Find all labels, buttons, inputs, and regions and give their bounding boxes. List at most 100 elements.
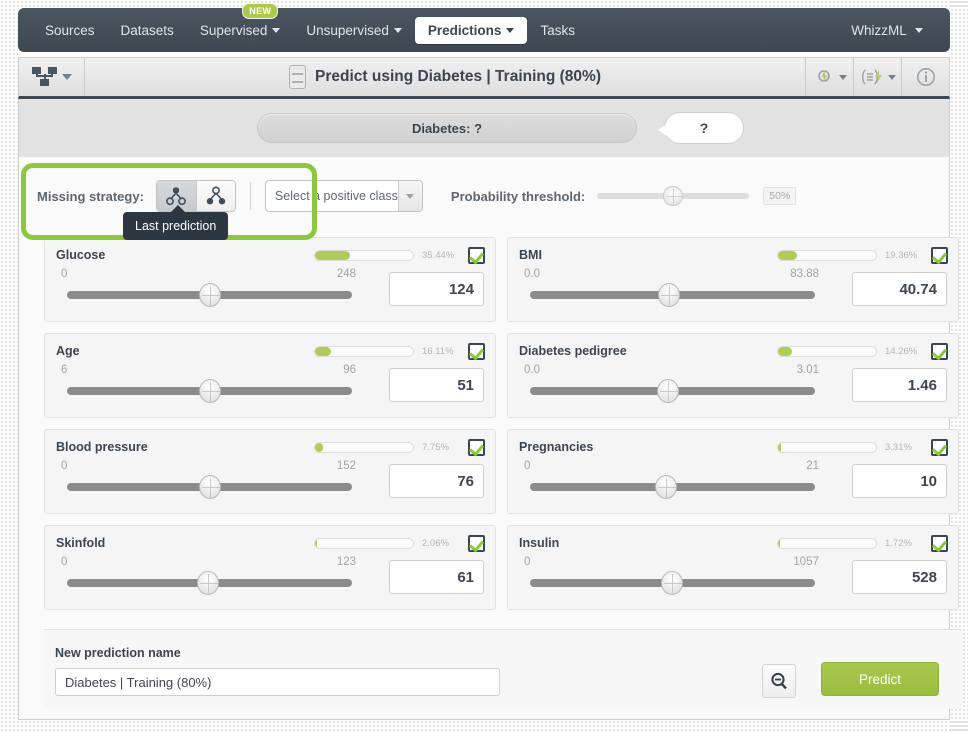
importance-value: 2.06% xyxy=(422,537,449,549)
field-min-label: 0 xyxy=(61,268,68,280)
nav-item-sources[interactable]: Sources xyxy=(32,17,108,44)
field-header: Skinfold 2.06% xyxy=(56,533,485,553)
model-tree-icon xyxy=(31,67,58,87)
input-field-card: Diabetes pedigree 14.26% 0.0 3.01 1.46 xyxy=(507,333,959,418)
field-value-input[interactable]: 10 xyxy=(852,464,947,498)
field-max-label: 152 xyxy=(336,460,356,472)
field-slider[interactable] xyxy=(530,283,815,307)
field-slider[interactable] xyxy=(530,475,815,499)
probability-threshold-knob[interactable] xyxy=(663,186,684,206)
positive-class-select[interactable]: Select a positive class xyxy=(264,180,423,212)
predict-button[interactable]: Predict xyxy=(821,662,939,696)
options-divider xyxy=(249,182,251,210)
probability-threshold-slider[interactable] xyxy=(597,186,750,206)
field-enabled-checkbox[interactable] xyxy=(931,246,948,264)
importance-bar xyxy=(777,249,877,261)
field-min-label: 0 xyxy=(524,556,531,568)
model-selector[interactable] xyxy=(19,58,85,96)
nav-item-whizzml[interactable]: WhizzML xyxy=(838,17,936,44)
input-field-card: BMI 19.36% 0.0 83.88 40.74 xyxy=(507,237,959,322)
field-enabled-checkbox[interactable] xyxy=(931,438,948,456)
field-value-input[interactable]: 528 xyxy=(852,560,947,594)
nav-item-tasks[interactable]: Tasks xyxy=(527,17,588,44)
field-slider-knob[interactable] xyxy=(198,379,221,403)
field-importance: 16.11% xyxy=(314,342,485,360)
info-icon-button[interactable] xyxy=(901,58,949,96)
positive-class-select-value: Select a positive class xyxy=(274,189,398,203)
lightning-cloud-icon-button[interactable] xyxy=(805,58,853,96)
magnifier-minus-icon-button[interactable] xyxy=(762,664,796,698)
new-prediction-name-input[interactable]: Diabetes | Training (80%) xyxy=(55,668,500,696)
field-value-input[interactable]: 124 xyxy=(389,272,484,306)
field-enabled-checkbox[interactable] xyxy=(468,534,485,552)
nav-item-label: Unsupervised xyxy=(306,22,389,38)
field-value-input[interactable]: 40.74 xyxy=(852,272,947,306)
importance-value: 35.44% xyxy=(422,249,455,261)
probability-threshold-label: Probability threshold: xyxy=(450,188,586,204)
field-slider[interactable] xyxy=(530,379,815,403)
importance-bar xyxy=(777,537,877,549)
field-enabled-checkbox[interactable] xyxy=(468,342,485,360)
field-slider-knob[interactable] xyxy=(657,283,680,307)
app-window: Sources Datasets Supervised NEW Unsupervised… xyxy=(0,0,968,733)
field-header: Insulin 1.72% xyxy=(519,533,948,553)
info-icon xyxy=(916,68,935,86)
nav-item-supervised[interactable]: Supervised NEW xyxy=(187,2,294,44)
field-slider[interactable] xyxy=(530,571,815,595)
chevron-down-icon xyxy=(406,193,415,199)
chevron-down-icon xyxy=(506,27,515,33)
field-slider-knob[interactable] xyxy=(661,571,684,595)
positive-class-select-arrow xyxy=(397,181,422,211)
field-name: Diabetes pedigree xyxy=(519,344,627,358)
field-range-labels: 0 248 xyxy=(61,268,356,280)
field-slider[interactable] xyxy=(67,475,352,499)
field-header: Blood pressure 7.75% xyxy=(56,437,485,457)
field-range-labels: 0 152 xyxy=(61,460,356,472)
field-importance: 1.72% xyxy=(777,534,948,552)
field-slider[interactable] xyxy=(67,283,352,307)
probability-threshold-control: 50% xyxy=(597,186,797,206)
field-slider-knob[interactable] xyxy=(657,379,680,403)
field-value-input[interactable]: 61 xyxy=(389,560,484,594)
tree-proportional-icon xyxy=(206,186,226,205)
field-enabled-checkbox[interactable] xyxy=(931,534,948,552)
field-min-label: 0 xyxy=(61,556,68,568)
field-slider[interactable] xyxy=(67,571,352,595)
batch-prediction-icon-button[interactable] xyxy=(853,58,901,96)
field-range-labels: 0.0 83.88 xyxy=(524,268,819,280)
nav-item-predictions[interactable]: Predictions xyxy=(414,16,528,44)
field-enabled-checkbox[interactable] xyxy=(468,246,485,264)
field-slider-knob[interactable] xyxy=(197,571,220,595)
field-enabled-checkbox[interactable] xyxy=(468,438,485,456)
input-field-card: Glucose 35.44% 0 248 124 xyxy=(44,237,496,322)
objective-field-text: Diabetes: ? xyxy=(411,120,483,136)
field-slider[interactable] xyxy=(67,379,352,403)
missing-strategy-proportional-button[interactable] xyxy=(195,181,235,211)
field-max-label: 248 xyxy=(336,268,356,280)
nav-item-unsupervised[interactable]: Unsupervised xyxy=(293,17,415,44)
field-range-labels: 0 21 xyxy=(524,460,819,472)
field-slider-knob[interactable] xyxy=(654,475,677,499)
importance-value: 3.31% xyxy=(885,441,912,453)
tree-last-prediction-icon xyxy=(166,187,187,206)
field-slider-knob[interactable] xyxy=(198,283,221,307)
field-header: Diabetes pedigree 14.26% xyxy=(519,341,948,361)
field-value-input[interactable]: 1.46 xyxy=(852,368,947,402)
importance-bar-fill xyxy=(315,442,323,452)
field-max-label: 96 xyxy=(343,364,356,376)
new-badge: NEW xyxy=(242,2,279,19)
field-name: Glucose xyxy=(56,248,106,262)
importance-bar xyxy=(777,345,877,357)
field-slider-knob[interactable] xyxy=(198,475,221,499)
field-value-input[interactable]: 76 xyxy=(389,464,484,498)
field-enabled-checkbox[interactable] xyxy=(931,342,948,360)
field-value-input[interactable]: 51 xyxy=(389,368,484,402)
chevron-down-icon xyxy=(61,74,72,80)
resource-subheader: Predict using Diabetes | Training (80%) xyxy=(18,57,950,99)
nav-item-datasets[interactable]: Datasets xyxy=(108,17,187,44)
field-importance: 14.26% xyxy=(777,342,948,360)
field-max-label: 3.01 xyxy=(796,364,819,376)
field-max-label: 123 xyxy=(336,556,356,568)
chevron-down-icon xyxy=(393,27,402,33)
objective-field-bar[interactable]: Diabetes: ? xyxy=(257,113,637,143)
